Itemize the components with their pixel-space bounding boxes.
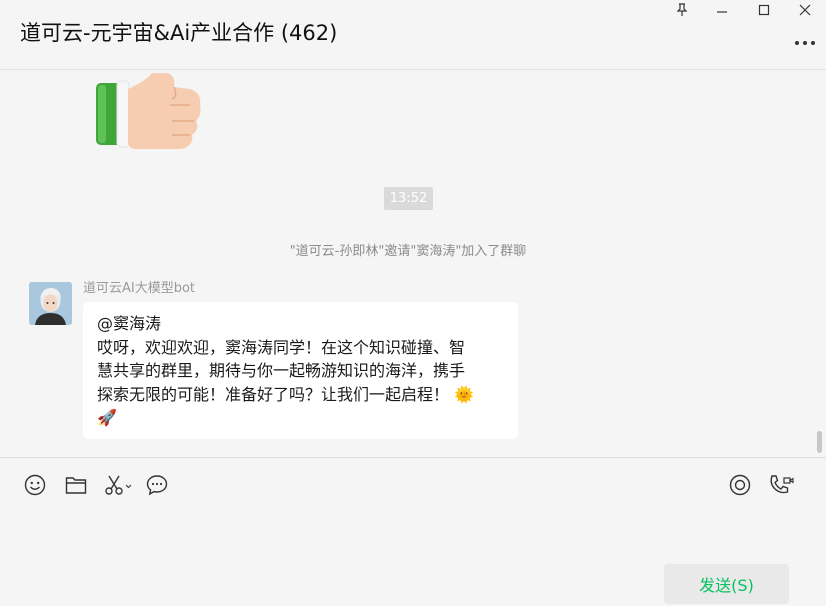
more-icon: [795, 41, 815, 45]
more-button[interactable]: [792, 33, 818, 53]
pin-button[interactable]: [662, 0, 702, 20]
message-bubble[interactable]: @窦海涛 哎呀，欢迎欢迎，窦海涛同学！在这个知识碰撞、智 慧共享的群里，期待与你…: [83, 302, 518, 439]
input-area[interactable]: 发送(S): [0, 457, 826, 606]
chat-bubble-icon: [146, 475, 168, 496]
screenshot-button[interactable]: [103, 472, 133, 498]
timestamp-badge: 13:52: [384, 187, 433, 210]
chat-history-button[interactable]: [144, 472, 170, 498]
message-list[interactable]: 13:52 "道可云-孙即林"邀请"窦海涛"加入了群聊 道可云AI大模型bot …: [0, 71, 826, 457]
live-icon: [729, 474, 751, 496]
minimize-icon: [717, 11, 727, 13]
message-line: 慧共享的群里，期待与你一起畅游知识的海洋，携手: [97, 361, 466, 380]
live-button[interactable]: [727, 472, 753, 498]
chat-title: 道可云-元宇宙&Ai产业合作 (462): [20, 21, 338, 45]
minimize-button[interactable]: [702, 0, 742, 20]
bot-avatar[interactable]: [29, 282, 72, 325]
message-line: 哎呀，欢迎欢迎，窦海涛同学！在这个知识碰撞、智: [97, 337, 466, 357]
send-button[interactable]: 发送(S): [664, 564, 789, 604]
thumbs-up-sticker[interactable]: [90, 71, 205, 153]
chat-header: 道可云-元宇宙&Ai产业合作 (462): [0, 0, 826, 70]
file-button[interactable]: [63, 472, 89, 498]
close-button[interactable]: [785, 0, 825, 20]
folder-icon: [65, 477, 87, 494]
scrollbar-thumb[interactable]: [817, 431, 822, 453]
pin-icon: [676, 3, 688, 16]
mention-text: @窦海涛: [97, 314, 162, 333]
call-icon: [770, 475, 794, 494]
emoji-icon: [24, 474, 46, 496]
scissors-icon: [105, 475, 132, 495]
close-icon: [799, 4, 811, 16]
maximize-button[interactable]: [744, 0, 784, 20]
call-button[interactable]: [767, 472, 795, 498]
maximize-icon: [758, 4, 770, 16]
message-line: 🚀: [97, 408, 117, 427]
emoji-button[interactable]: [22, 472, 48, 498]
system-message: "道可云-孙即林"邀请"窦海涛"加入了群聊: [289, 244, 527, 259]
message-line: 探索无限的可能！准备好了吗？让我们一起启程！ 🌞: [97, 384, 475, 404]
sender-name: 道可云AI大模型bot: [83, 281, 196, 296]
